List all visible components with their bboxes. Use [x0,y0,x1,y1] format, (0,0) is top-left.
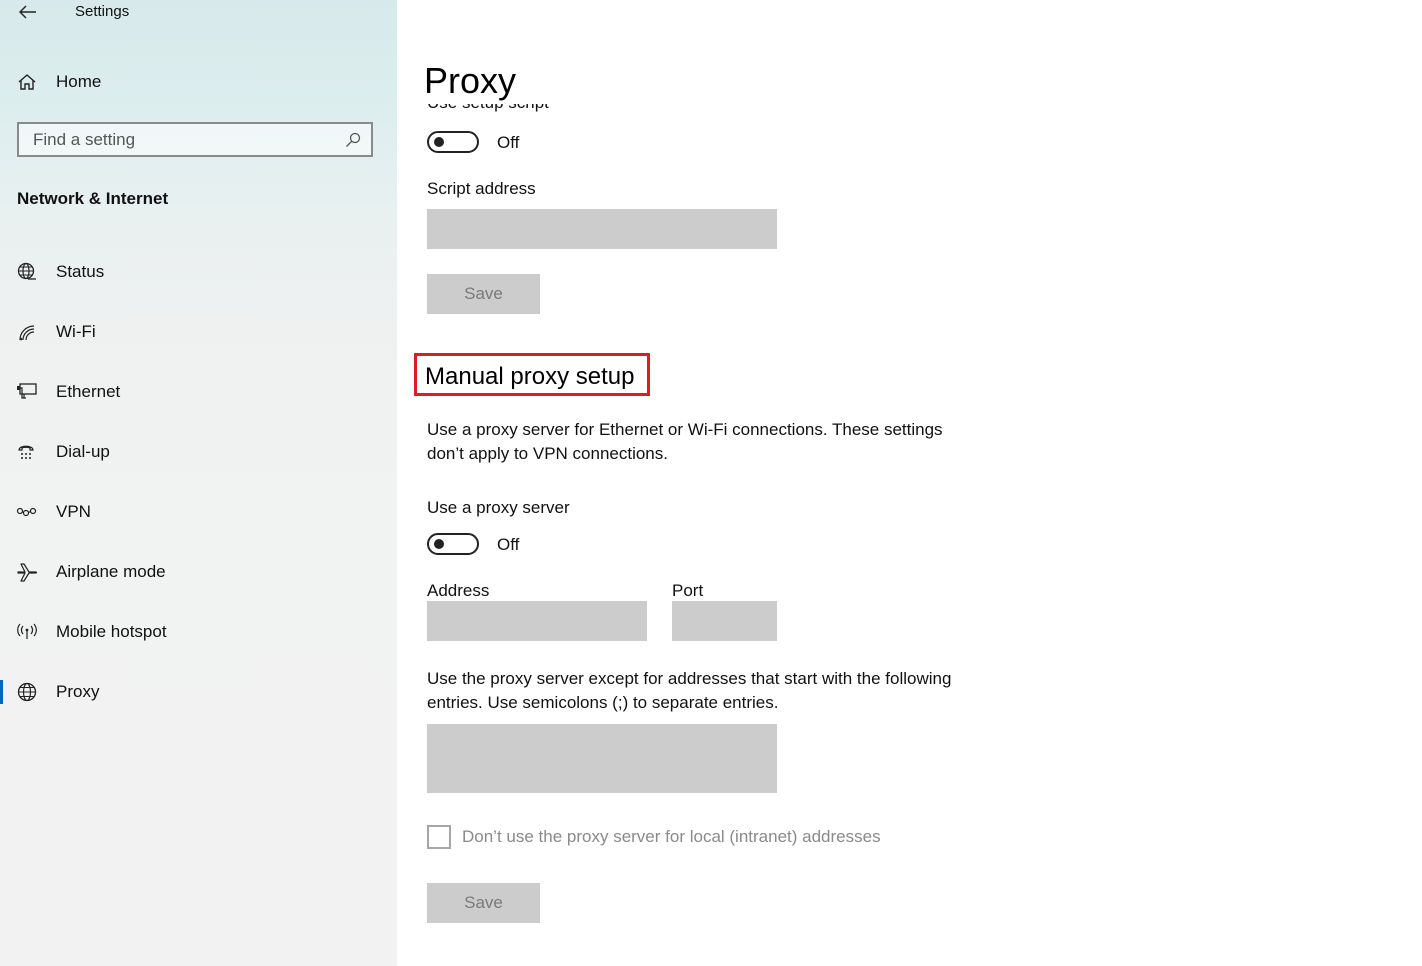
manual-proxy-heading: Manual proxy setup [425,363,635,390]
port-input[interactable] [672,601,777,641]
home-nav-item[interactable]: Home [0,62,397,102]
sidebar-item-airplane-mode[interactable]: Airplane mode [0,552,397,592]
sidebar: Settings Home Network & Internet Status [0,0,397,966]
use-proxy-state: Off [497,535,520,554]
home-icon [18,74,36,90]
manual-save-button[interactable]: Save [427,883,540,923]
toggle-knob [434,539,444,549]
hotspot-icon [17,623,37,639]
sidebar-item-label: Wi-Fi [56,322,96,341]
local-addresses-label: Don’t use the proxy server for local (in… [462,827,881,846]
local-addresses-checkbox[interactable] [427,825,451,849]
script-address-label: Script address [427,179,536,198]
selection-indicator [0,680,3,704]
airplane-icon [17,563,38,582]
description-line: Use a proxy server for Ethernet or Wi-Fi… [427,420,943,439]
setup-script-state: Off [497,133,520,152]
sidebar-item-dialup[interactable]: Dial-up [0,432,397,472]
back-button[interactable] [14,0,42,24]
search-box [17,122,373,157]
setup-script-label: Use setup script [427,104,549,112]
sidebar-item-status[interactable]: Status [0,252,397,292]
globe-icon [17,682,37,702]
exceptions-description: Use the proxy server except for addresse… [427,667,951,715]
page-title: Proxy [424,60,517,101]
sidebar-item-vpn[interactable]: VPN [0,492,397,532]
toggle-knob [434,137,444,147]
sidebar-item-mobile-hotspot[interactable]: Mobile hotspot [0,612,397,652]
back-arrow-icon [19,5,36,19]
exceptions-line: Use the proxy server except for addresse… [427,669,952,688]
sidebar-item-label: Airplane mode [56,562,166,581]
port-label: Port [672,581,704,600]
exceptions-line: entries. Use semicolons (;) to separate … [427,693,779,712]
search-icon[interactable] [345,132,361,148]
manual-proxy-heading-highlight: Manual proxy setup [414,353,650,396]
window-title: Settings [75,3,130,20]
search-input[interactable] [19,124,343,155]
dialup-icon [18,445,34,459]
wifi-icon [19,325,35,341]
sidebar-item-wifi[interactable]: Wi-Fi [0,312,397,352]
vpn-icon [16,507,37,517]
description-line: don’t apply to VPN connections. [427,444,668,463]
sidebar-item-label: Mobile hotspot [56,622,167,641]
ethernet-icon [17,383,37,399]
sidebar-item-label: Status [56,262,105,281]
script-save-button[interactable]: Save [427,274,540,314]
home-label: Home [56,72,102,91]
sidebar-item-label: Proxy [56,682,100,701]
sidebar-item-label: Ethernet [56,382,121,401]
use-proxy-label: Use a proxy server [427,498,570,517]
use-proxy-toggle[interactable] [427,533,479,555]
setup-script-label-clipped: Use setup script [427,104,627,112]
exceptions-textarea[interactable] [427,724,777,793]
sidebar-item-label: VPN [56,502,91,521]
manual-proxy-description: Use a proxy server for Ethernet or Wi-Fi… [427,418,943,466]
sidebar-item-ethernet[interactable]: Ethernet [0,372,397,412]
sidebar-group-title: Network & Internet [17,189,169,208]
sidebar-item-label: Dial-up [56,442,110,461]
globe-status-icon [17,262,36,280]
main-content: Proxy Use setup script Off Script addres… [397,0,1422,966]
script-address-input[interactable] [427,209,777,249]
setup-script-toggle[interactable] [427,131,479,153]
address-input[interactable] [427,601,647,641]
sidebar-item-proxy[interactable]: Proxy [0,672,397,712]
address-label: Address [427,581,490,600]
